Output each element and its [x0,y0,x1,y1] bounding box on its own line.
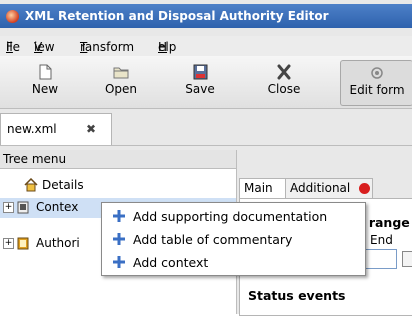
date-picker-button[interactable] [402,251,412,267]
title-bar: XML Retention and Disposal Authority Edi… [0,4,412,28]
new-button[interactable]: New [17,60,73,104]
close-label: Close [267,82,301,96]
document-tabs: new.xml ✖ [0,109,412,146]
tab-new-xml[interactable]: new.xml ✖ [0,113,112,145]
document-icon [17,201,29,214]
tab-label: new.xml [7,122,57,136]
floppy-icon [193,64,208,80]
edit-form-label: Edit form [349,83,405,97]
error-indicator-icon [359,183,370,194]
edit-form-button[interactable]: Edit form [340,60,412,106]
gear-icon [371,67,383,79]
menu-item-add-supporting-documentation[interactable]: Add supporting documentation [102,206,365,228]
end-label: End [370,233,393,247]
expand-icon[interactable]: + [3,202,14,213]
window-title: XML Retention and Disposal Authority Edi… [25,9,329,23]
menu-item-add-table-of-commentary[interactable]: Add table of commentary [102,229,365,251]
tab-additional[interactable]: Additional [285,178,373,199]
tab-main-label: Main [244,181,273,195]
plus-icon [113,210,125,222]
tab-close-icon[interactable]: ✖ [86,122,96,136]
menu-bar: File View Transform Help [0,36,412,56]
plus-icon [113,256,125,268]
details-label: Details [42,178,84,192]
authority-label: Authori [36,236,80,250]
new-file-icon [39,64,52,80]
menu-item-label: Add table of commentary [133,232,293,247]
close-button[interactable]: Close [256,60,312,104]
save-label: Save [185,82,215,96]
new-label: New [31,82,59,96]
toolbar: New Open Save Close Edit form [0,56,412,109]
expand-icon[interactable]: + [3,238,14,249]
save-button[interactable]: Save [172,60,228,104]
tab-main[interactable]: Main [239,178,287,199]
editor-window: XML Retention and Disposal Authority Edi… [0,0,412,316]
tree-node-details[interactable]: Details [22,176,222,196]
book-icon [17,237,29,250]
tree-header: Tree menu [0,150,236,169]
folder-icon [113,67,129,79]
context-menu: Add supporting documentation Add table o… [101,202,366,276]
tree-header-label: Tree menu [3,152,67,166]
plus-icon [113,233,125,245]
open-label: Open [104,82,138,96]
status-events-heading: Status events [248,288,346,303]
open-button[interactable]: Open [93,60,149,104]
menu-item-add-context[interactable]: Add context [102,252,365,274]
app-icon [6,10,19,23]
menu-item-label: Add context [133,255,209,270]
close-x-icon [277,64,291,80]
tab-additional-label: Additional [290,181,351,195]
home-icon [24,178,38,192]
context-label: Contex [36,200,79,214]
menu-item-label: Add supporting documentation [133,209,328,224]
